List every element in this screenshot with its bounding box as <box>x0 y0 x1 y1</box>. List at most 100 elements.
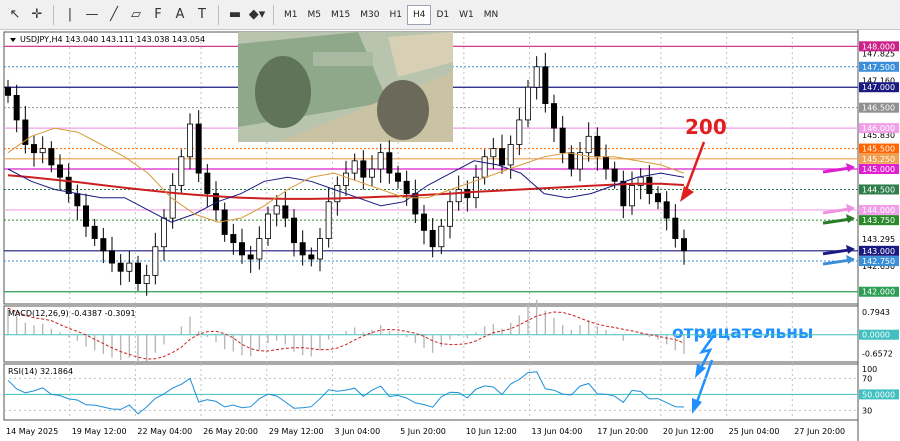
candle-body <box>195 123 202 174</box>
candle-body <box>594 135 601 158</box>
text-icon[interactable]: A <box>169 4 191 26</box>
timeframe-m15[interactable]: M15 <box>326 5 355 25</box>
price-level-tag-label: 145.500 <box>862 145 895 154</box>
x-axis-label: 14 May 2025 <box>6 427 58 436</box>
x-axis-label: 10 Jun 12:00 <box>466 427 517 436</box>
candle-body <box>91 225 98 239</box>
x-axis-label: 5 Jun 20:00 <box>400 427 446 436</box>
price-level-tag-label: 143.750 <box>862 216 895 225</box>
candle-body <box>351 160 358 174</box>
channel-icon[interactable]: ▱ <box>125 4 147 26</box>
candle-body <box>394 172 401 182</box>
price-level-tag-label: 145.250 <box>862 155 895 164</box>
x-axis-label: 25 Jun 04:00 <box>729 427 780 436</box>
candle-body <box>238 242 245 256</box>
candle-body <box>325 201 332 239</box>
vertical-line-icon[interactable]: | <box>59 4 81 26</box>
candle-body <box>629 184 636 207</box>
candle-body <box>542 66 549 104</box>
candle-body <box>368 168 375 178</box>
price-level-tag-label: 146.000 <box>862 124 895 133</box>
candle-body <box>178 156 185 186</box>
candle-body <box>117 262 124 272</box>
price-level-tag-label: 146.500 <box>862 104 895 113</box>
timeframe-w1[interactable]: W1 <box>454 5 479 25</box>
candle-body <box>464 189 471 199</box>
x-axis-label: 22 May 04:00 <box>137 427 192 436</box>
candle-body <box>13 94 20 121</box>
candle-body <box>204 172 211 194</box>
candle-body <box>342 172 349 186</box>
franklin-portrait <box>255 56 311 128</box>
negative-annotation: отрицательны <box>672 323 813 343</box>
candle-body <box>221 209 228 235</box>
candle-body <box>490 148 497 158</box>
candle-body <box>533 66 540 88</box>
candle-body <box>672 217 679 239</box>
x-axis-label: 20 Jun 12:00 <box>663 427 714 436</box>
rsi-tick-100: 100 <box>862 365 877 374</box>
candle-body <box>256 238 263 260</box>
candle-body <box>429 229 436 248</box>
timeframe-h4[interactable]: H4 <box>406 4 432 25</box>
candle-body <box>273 205 280 215</box>
rsi-label: RSI(14) 32.1864 <box>8 367 73 376</box>
candle-body <box>663 201 670 219</box>
macd-zero-tag-label: 0.0000 <box>862 331 890 340</box>
price-level-tag-label: 142.000 <box>862 288 895 297</box>
candle-body <box>247 254 254 260</box>
candle-body <box>446 201 453 227</box>
symbol-info: USDJPY,H4 143.040 143.111 143.038 143.05… <box>20 35 205 44</box>
trendline-icon[interactable]: ╱ <box>103 4 125 26</box>
candle-body <box>655 193 662 203</box>
x-axis-label: 3 Jun 04:00 <box>334 427 380 436</box>
candle-body <box>386 152 393 174</box>
crosshair-icon[interactable]: ✛ <box>26 4 48 26</box>
candle-body <box>74 193 81 207</box>
candle-body <box>308 254 315 260</box>
timeframe-m1[interactable]: M1 <box>279 5 303 25</box>
label-icon[interactable]: T <box>191 4 213 26</box>
cursor-icon[interactable]: ↖ <box>4 4 26 26</box>
candle-body <box>30 144 37 154</box>
timeframe-d1[interactable]: D1 <box>431 5 454 25</box>
candle-body <box>455 189 462 203</box>
candle-body <box>420 213 427 231</box>
candle-body <box>152 246 159 276</box>
candle-body <box>83 205 90 227</box>
candle-body <box>316 238 323 260</box>
shapes-icon[interactable]: ◆▾ <box>246 4 268 26</box>
candle-body <box>681 238 688 252</box>
price-level-tag-label: 144.000 <box>862 206 895 215</box>
noguchi-portrait <box>377 80 429 140</box>
timeframe-h1[interactable]: H1 <box>384 5 407 25</box>
timeframe-m5[interactable]: M5 <box>303 5 327 25</box>
horizontal-line-icon[interactable]: — <box>81 4 103 26</box>
pane-frame-2 <box>3 363 859 421</box>
candle-body <box>377 152 384 170</box>
rectangle-icon[interactable]: ▬ <box>224 4 246 26</box>
candle-body <box>438 225 445 248</box>
chart-area[interactable]: 14 May 2025 19 May 12:00 22 May 04:00 26 Ma… <box>0 30 900 441</box>
toolbar-separator <box>53 4 54 25</box>
x-axis-label: 27 Jun 20:00 <box>794 427 845 436</box>
rsi-tick-label: 30 <box>862 406 872 415</box>
timeframe-selector: M1 M5 M15 M30 H1 H4 D1 W1 MN <box>279 4 504 25</box>
fibonacci-icon[interactable]: F <box>147 4 169 26</box>
timeframe-mn[interactable]: MN <box>479 5 504 25</box>
candle-body <box>299 242 306 256</box>
candle-body <box>282 205 289 219</box>
macd-tick-label: -0.6572 <box>862 350 893 359</box>
candle-body <box>143 274 150 284</box>
toolbar-separator <box>273 4 274 25</box>
candle-body <box>403 180 410 194</box>
candle-body <box>100 238 107 252</box>
candle-body <box>264 213 271 239</box>
timeframe-m30[interactable]: M30 <box>355 5 384 25</box>
price-level-tag-label: 147.500 <box>862 63 895 72</box>
candle-body <box>48 148 55 166</box>
rsi-tick-label: 70 <box>862 374 872 383</box>
x-axis-label: 13 Jun 04:00 <box>532 427 583 436</box>
candle-body <box>186 123 193 158</box>
usdjpy-chart[interactable]: 14 May 2025 19 May 12:00 22 May 04:00 26 Ma… <box>0 30 900 441</box>
